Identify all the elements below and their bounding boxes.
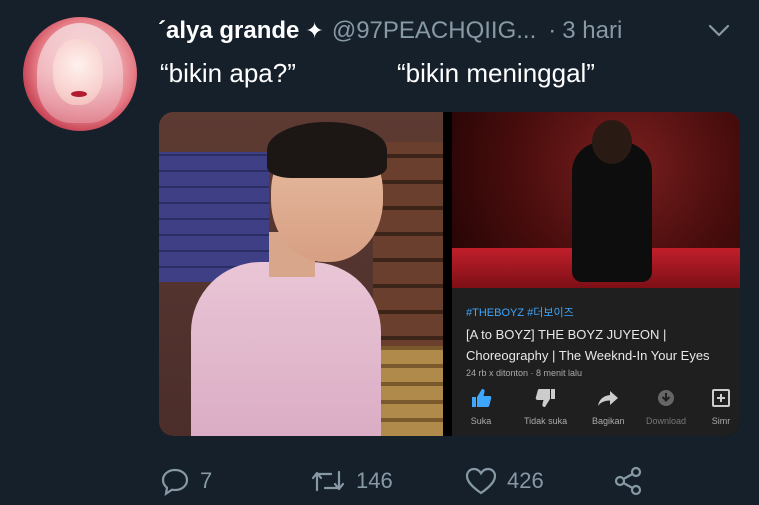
reply-button[interactable]: 7 — [160, 461, 212, 501]
download-icon — [646, 388, 686, 410]
separator-dot: · — [548, 17, 557, 44]
share-video-label: Bagikan — [592, 416, 625, 426]
wood-shelf — [373, 142, 443, 362]
thumbs-down-icon — [524, 388, 567, 410]
download-video-button[interactable]: Download — [646, 388, 686, 426]
video-title-line-1: [A to BOYZ] THE BOYZ JUYEON | — [466, 327, 667, 342]
thumbs-up-icon — [470, 388, 492, 410]
media-grid: #THEBOYZ #더보이즈 [A to BOYZ] THE BOYZ JUYE… — [159, 112, 740, 436]
tweet-actions: 7 146 426 — [160, 461, 660, 501]
dislike-video-label: Tidak suka — [524, 416, 568, 426]
share-icon — [592, 388, 625, 410]
like-video-label: Suka — [470, 416, 492, 426]
dancer-head — [592, 120, 632, 164]
share-icon — [614, 466, 642, 496]
video-thumbnail[interactable] — [452, 112, 740, 288]
video-title: [A to BOYZ] THE BOYZ JUYEON | Choreograp… — [466, 324, 736, 366]
reply-icon — [161, 468, 189, 496]
save-video-label: Simr — [711, 416, 731, 426]
share-video-button[interactable]: Bagikan — [592, 388, 625, 426]
reply-count: 7 — [200, 468, 213, 493]
like-icon — [465, 467, 497, 495]
tweet-timestamp[interactable]: 3 hari — [562, 17, 622, 45]
add-to-playlist-icon — [710, 388, 732, 410]
video-title-line-2: Choreography | The Weeknd-In Your Eyes — [466, 348, 710, 363]
photo-left[interactable] — [159, 112, 443, 436]
download-video-label: Download — [646, 416, 687, 426]
video-actions: Suka Tidak suka Bagikan Download Simr — [452, 388, 740, 436]
chevron-down-icon[interactable] — [706, 18, 732, 44]
retweet-icon — [311, 470, 345, 492]
like-video-button[interactable]: Suka — [470, 388, 492, 426]
share-button[interactable] — [612, 461, 644, 501]
person-shirt — [191, 262, 381, 436]
video-hashtags[interactable]: #THEBOYZ #더보이즈 — [466, 304, 574, 320]
dislike-video-button[interactable]: Tidak suka — [524, 388, 567, 426]
video-meta: 24 rb x ditonton · 8 menit lalu — [466, 368, 583, 378]
user-handle[interactable]: @97PEACHQIIG... — [332, 17, 536, 45]
like-button[interactable]: 426 — [465, 461, 544, 501]
like-count: 426 — [507, 468, 544, 493]
retweet-button[interactable]: 146 — [310, 461, 393, 501]
person-hair — [267, 122, 387, 178]
avatar-lips — [71, 91, 87, 97]
tweet-header: ´alya grande ✦ @97PEACHQIIG... · 3 hari — [158, 14, 622, 48]
avatar[interactable] — [23, 17, 137, 131]
save-video-button[interactable]: Simr — [710, 388, 732, 426]
verified-badge-icon: ✦ — [305, 18, 324, 43]
retweet-count: 146 — [356, 468, 393, 493]
tweet-text: “bikin apa?” “bikin meninggal” — [160, 58, 595, 88]
display-name[interactable]: ´alya grande — [158, 17, 299, 45]
photo-right[interactable]: #THEBOYZ #더보이즈 [A to BOYZ] THE BOYZ JUYE… — [452, 112, 740, 436]
